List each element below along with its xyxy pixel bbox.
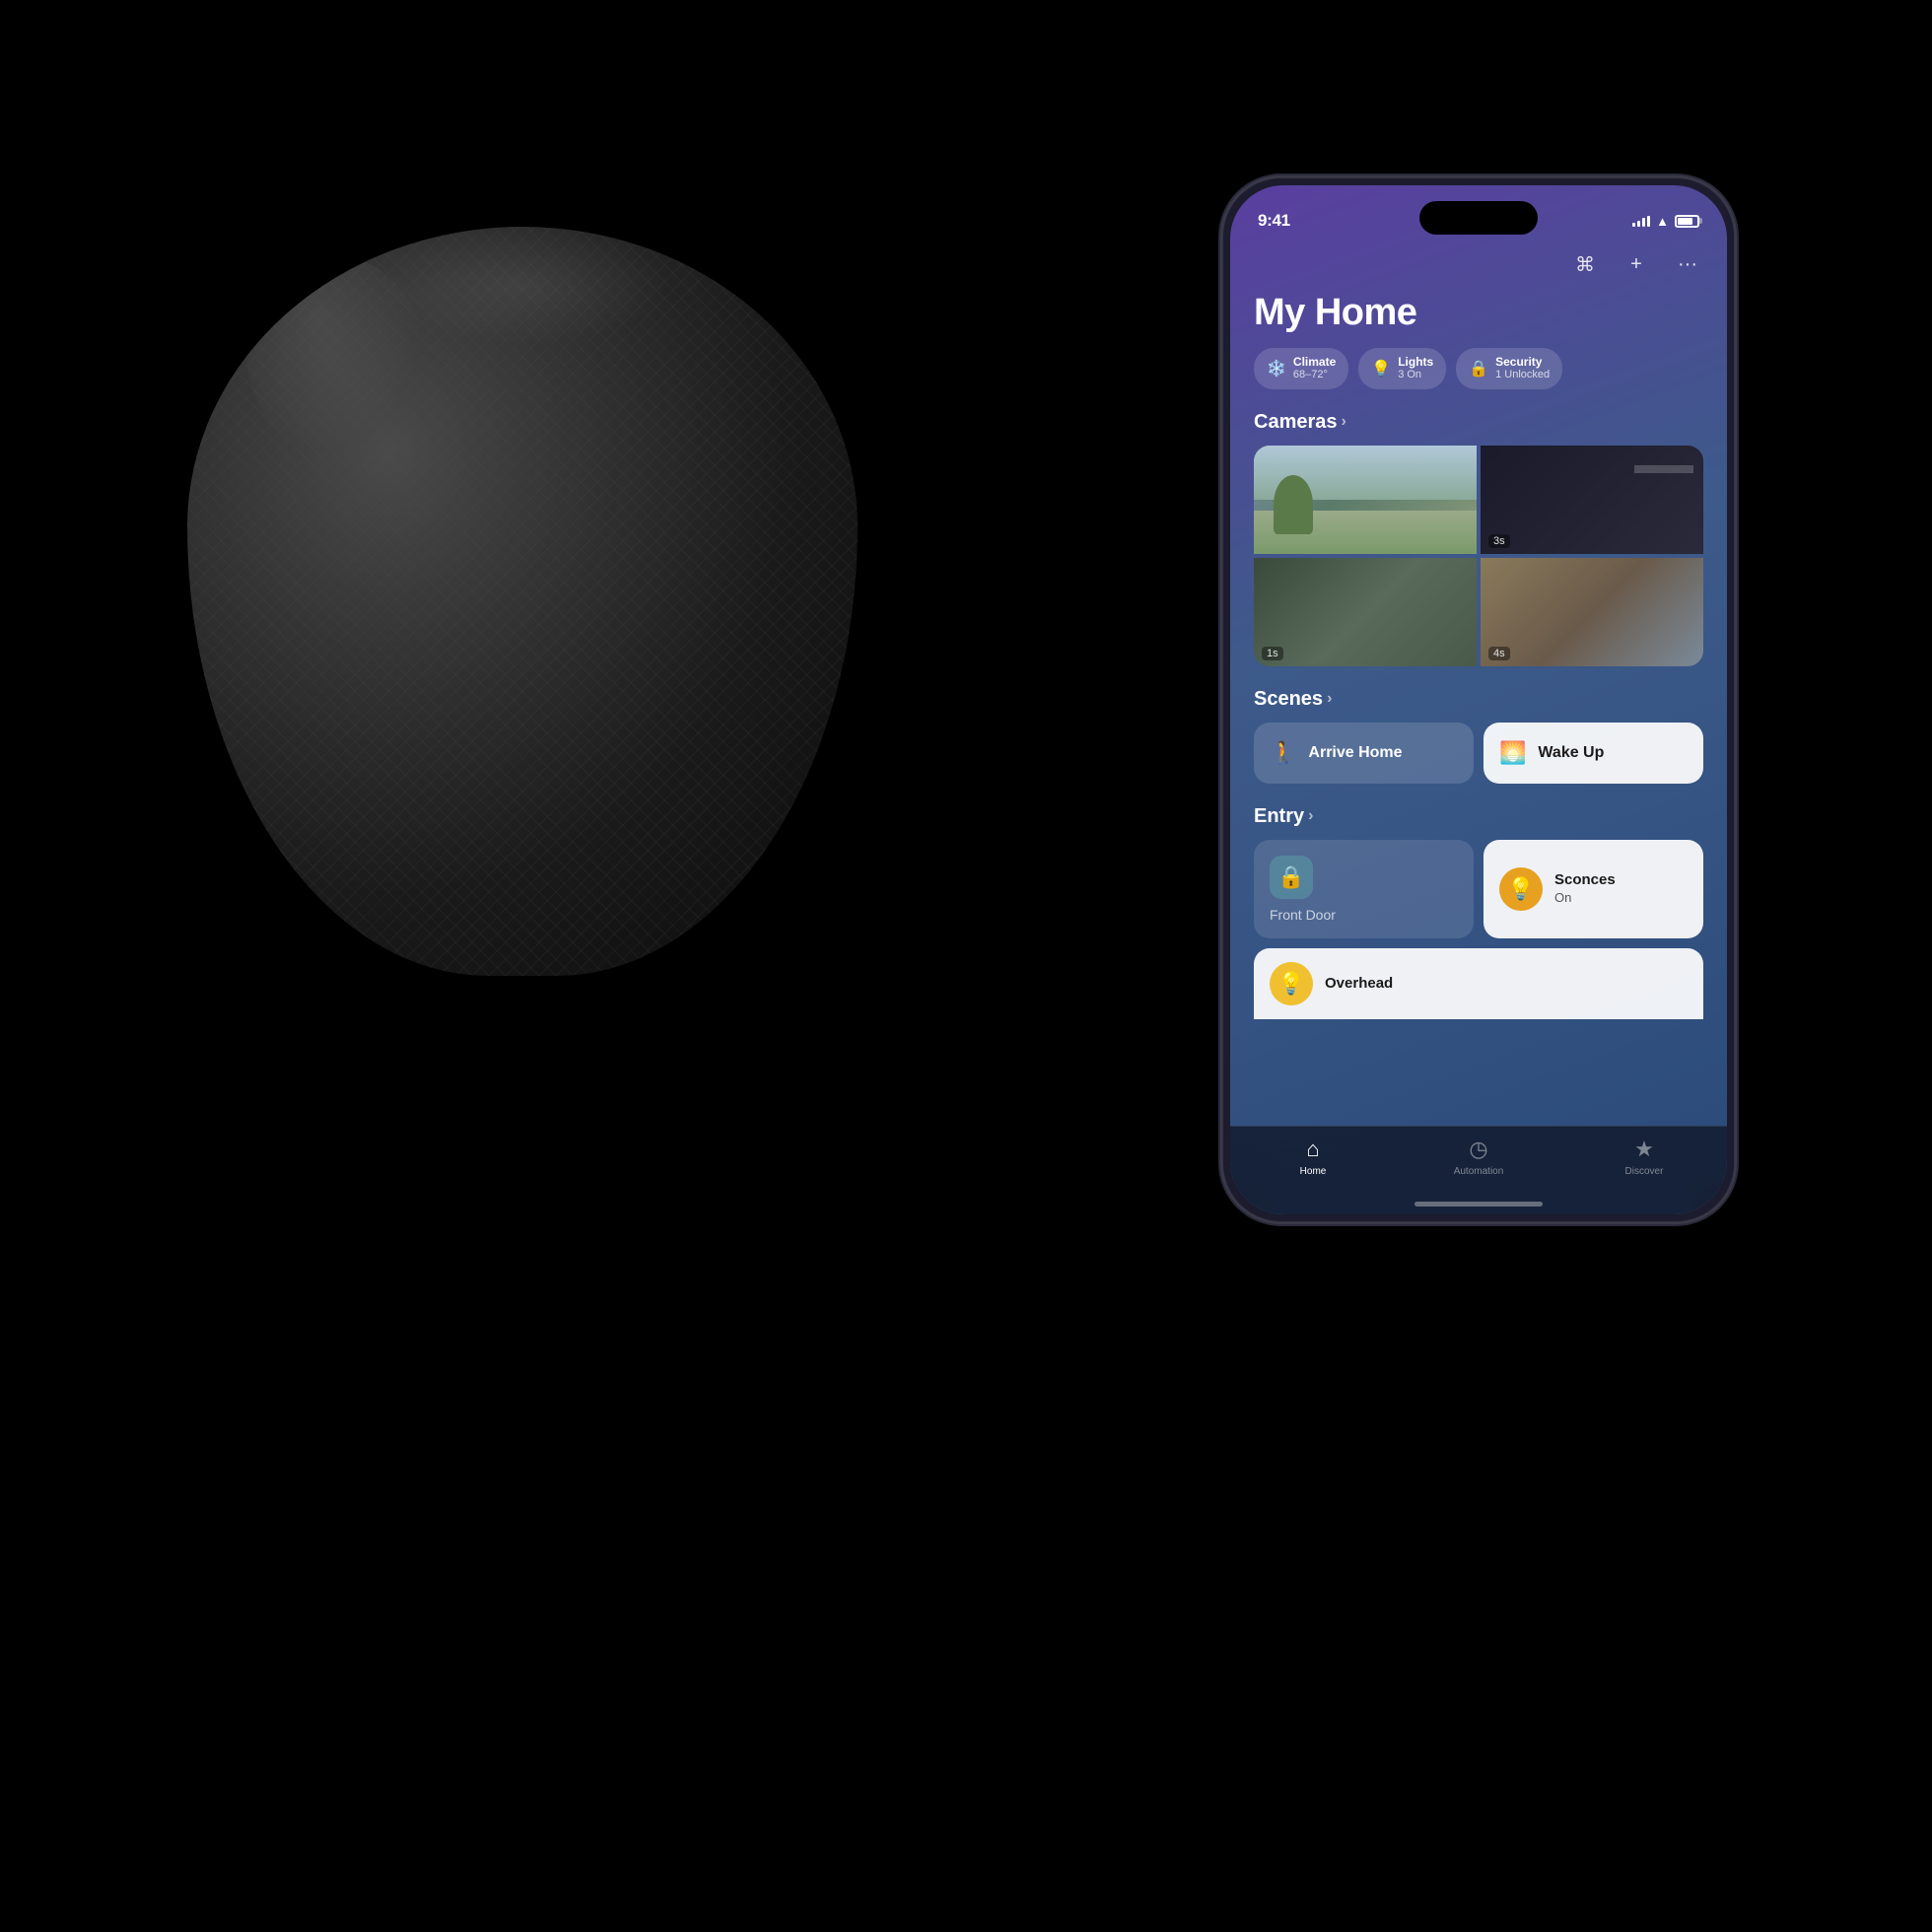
action-bar: ⌘ + ···: [1254, 248, 1703, 280]
wake-up-button[interactable]: 🌅 Wake Up: [1484, 723, 1703, 784]
camera-timestamp-2: 3s: [1488, 534, 1510, 548]
camera-timestamp-3: 1s: [1262, 647, 1283, 660]
scenes-chevron: ›: [1327, 690, 1332, 708]
home-app-content: ⌘ + ··· My Home ❄️ Climate 68–72°: [1230, 248, 1727, 1214]
overhead-symbol: 💡: [1277, 971, 1304, 997]
signal-bar-4: [1647, 216, 1650, 227]
wake-up-icon: 🌅: [1499, 740, 1526, 766]
security-pill-text: Security 1 Unlocked: [1495, 355, 1550, 382]
lights-label: Lights: [1398, 355, 1433, 369]
scenes-section-label: Scenes: [1254, 688, 1323, 711]
camera-cell-living[interactable]: 4s: [1481, 558, 1703, 666]
overhead-text: Overhead: [1325, 974, 1688, 994]
climate-pill[interactable]: ❄️ Climate 68–72°: [1254, 348, 1348, 389]
camera-timestamp-4: 4s: [1488, 647, 1510, 660]
signal-bar-3: [1642, 218, 1645, 227]
nav-home-icon: ⌂: [1306, 1137, 1319, 1162]
sconces-card[interactable]: 💡 Sconces On: [1484, 840, 1703, 938]
climate-value: 68–72°: [1293, 369, 1336, 381]
lights-icon: 💡: [1371, 359, 1391, 379]
front-door-card[interactable]: 🔒 Front Door: [1254, 840, 1474, 938]
add-icon[interactable]: +: [1621, 248, 1652, 280]
climate-icon: ❄️: [1267, 359, 1286, 379]
scenes-row: 🚶 Arrive Home 🌅 Wake Up: [1254, 723, 1703, 784]
arrive-home-label: Arrive Home: [1308, 744, 1402, 762]
nav-discover-label: Discover: [1625, 1166, 1664, 1177]
climate-pill-text: Climate 68–72°: [1293, 355, 1336, 382]
front-door-label: Front Door: [1270, 907, 1458, 923]
entry-section-header[interactable]: Entry ›: [1254, 805, 1703, 828]
camera-cell-garage[interactable]: 3s: [1481, 446, 1703, 554]
overhead-label: Overhead: [1325, 974, 1688, 994]
entry-grid: 🔒 Front Door 💡 Sconces On: [1254, 840, 1703, 938]
wifi-icon: ▲: [1656, 214, 1669, 229]
more-options-icon[interactable]: ···: [1672, 248, 1703, 280]
cameras-section-label: Cameras: [1254, 411, 1338, 434]
nav-home-label: Home: [1300, 1166, 1327, 1177]
nav-discover[interactable]: ★ Discover: [1561, 1137, 1727, 1177]
sconce-symbol: 💡: [1507, 876, 1534, 902]
lights-pill[interactable]: 💡 Lights 3 On: [1358, 348, 1446, 389]
security-icon: 🔒: [1469, 359, 1488, 379]
iphone-device: 9:41 ▲ ⌘: [1222, 177, 1735, 1222]
sconces-icon: 💡: [1499, 867, 1543, 911]
signal-bar-1: [1632, 223, 1635, 227]
category-pills: ❄️ Climate 68–72° 💡 Lights 3 On: [1254, 348, 1703, 389]
arrive-home-icon: 🚶: [1270, 740, 1296, 766]
homepod-speaker: [118, 197, 927, 1005]
iphone-screen: 9:41 ▲ ⌘: [1230, 185, 1727, 1214]
security-pill[interactable]: 🔒 Security 1 Unlocked: [1456, 348, 1562, 389]
climate-label: Climate: [1293, 355, 1336, 369]
scenes-section-header[interactable]: Scenes ›: [1254, 688, 1703, 711]
wake-up-label: Wake Up: [1538, 744, 1604, 762]
home-indicator: [1414, 1202, 1543, 1207]
homepod-body: [187, 227, 858, 976]
page-title: My Home: [1254, 292, 1703, 334]
nav-home[interactable]: ⌂ Home: [1230, 1137, 1396, 1177]
entry-chevron: ›: [1308, 807, 1313, 825]
lights-pill-text: Lights 3 On: [1398, 355, 1433, 382]
sconces-subtitle: On: [1554, 890, 1688, 907]
nav-automation-icon: ◷: [1469, 1137, 1487, 1162]
arrive-home-button[interactable]: 🚶 Arrive Home: [1254, 723, 1474, 784]
signal-bars-icon: [1632, 215, 1650, 227]
homepod-highlight: [246, 256, 424, 453]
overhead-icon: 💡: [1270, 962, 1313, 1005]
battery-icon: [1675, 215, 1699, 228]
front-door-lock-icon: 🔒: [1270, 856, 1313, 899]
waveform-icon[interactable]: ⌘: [1569, 248, 1601, 280]
status-icons: ▲: [1632, 214, 1699, 229]
lights-value: 3 On: [1398, 369, 1433, 381]
cameras-section-header[interactable]: Cameras ›: [1254, 411, 1703, 434]
entry-section-label: Entry: [1254, 805, 1304, 828]
camera-cell-front[interactable]: [1254, 446, 1477, 554]
cameras-chevron: ›: [1342, 413, 1346, 431]
dynamic-island: [1419, 201, 1538, 235]
lock-symbol: 🔒: [1277, 864, 1304, 890]
nav-discover-icon: ★: [1634, 1137, 1654, 1162]
security-label: Security: [1495, 355, 1550, 369]
sconces-text: Sconces On: [1554, 870, 1688, 906]
nav-automation[interactable]: ◷ Automation: [1396, 1137, 1561, 1177]
signal-bar-2: [1637, 221, 1640, 227]
security-value: 1 Unlocked: [1495, 369, 1550, 381]
camera-grid: 3s 1s 4s: [1254, 446, 1703, 666]
status-time: 9:41: [1258, 211, 1290, 231]
overhead-card[interactable]: 💡 Overhead: [1254, 948, 1703, 1019]
nav-automation-label: Automation: [1454, 1166, 1504, 1177]
battery-fill: [1678, 218, 1692, 225]
camera-cell-backyard[interactable]: 1s: [1254, 558, 1477, 666]
sconces-title: Sconces: [1554, 870, 1688, 890]
scene: 9:41 ▲ ⌘: [0, 0, 1932, 1932]
